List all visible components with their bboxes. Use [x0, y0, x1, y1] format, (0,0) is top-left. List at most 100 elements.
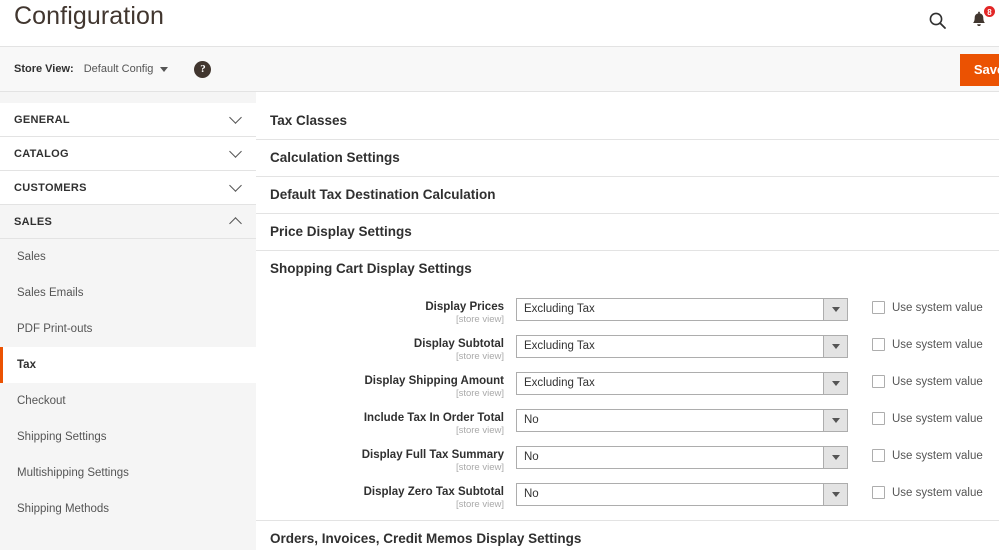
sidebar-item-checkout[interactable]: Checkout — [0, 383, 256, 419]
chevron-down-icon — [823, 336, 847, 357]
header-actions: 8 — [925, 5, 996, 32]
use-system-value-display-full-tax-summary[interactable]: Use system value — [848, 446, 983, 462]
sidebar-section-sales[interactable]: SALES — [0, 205, 256, 239]
section-price-display-settings[interactable]: Price Display Settings — [256, 214, 999, 251]
use-system-value-include-tax-in-order-total[interactable]: Use system value — [848, 409, 983, 425]
chevron-down-icon — [823, 299, 847, 320]
display-subtotal-select[interactable]: Excluding Tax — [516, 335, 848, 358]
config-main-panel: Tax Classes Calculation Settings Default… — [256, 92, 999, 550]
sidebar-section-catalog[interactable]: CATALOG — [0, 137, 256, 171]
help-question-icon[interactable]: ? — [194, 60, 212, 78]
use-system-value-label: Use system value — [892, 301, 983, 314]
checkbox-icon[interactable] — [872, 486, 885, 499]
field-row-include-tax-in-order-total: Include Tax In Order Total [store view] … — [256, 409, 999, 437]
notification-count-badge: 8 — [983, 5, 996, 18]
page-header: Configuration 8 — [0, 0, 999, 46]
field-row-display-full-tax-summary: Display Full Tax Summary [store view] No… — [256, 446, 999, 474]
store-view-dropdown[interactable]: Default Config — [84, 63, 169, 75]
field-scope-note: [store view] — [455, 425, 504, 436]
section-calculation-settings[interactable]: Calculation Settings — [256, 140, 999, 177]
field-label-include-tax-in-order-total: Include Tax In Order Total [store view] — [256, 409, 516, 437]
field-label-text: Display Full Tax Summary — [361, 449, 504, 461]
field-row-display-subtotal: Display Subtotal [store view] Excluding … — [256, 335, 999, 363]
sidebar-item-label: Sales — [17, 251, 46, 263]
chevron-down-icon — [229, 111, 242, 124]
display-prices-select[interactable]: Excluding Tax — [516, 298, 848, 321]
section-shopping-cart-display-settings[interactable]: Shopping Cart Display Settings — [256, 251, 999, 287]
chevron-down-icon — [160, 66, 169, 72]
sidebar-item-label: Shipping Settings — [17, 431, 107, 443]
search-icon[interactable] — [925, 8, 949, 32]
field-control-include-tax-in-order-total: No — [516, 409, 848, 432]
checkbox-icon[interactable] — [872, 338, 885, 351]
sidebar-item-label: Checkout — [17, 395, 66, 407]
sidebar-item-pdf-print-outs[interactable]: PDF Print-outs — [0, 311, 256, 347]
use-system-value-display-zero-tax-subtotal[interactable]: Use system value — [848, 483, 983, 499]
sidebar-item-sales[interactable]: Sales — [0, 239, 256, 275]
sidebar-item-sales-emails[interactable]: Sales Emails — [0, 275, 256, 311]
use-system-value-label: Use system value — [892, 338, 983, 351]
field-label-text: Include Tax In Order Total — [363, 412, 504, 424]
field-label-display-zero-tax-subtotal: Display Zero Tax Subtotal [store view] — [256, 483, 516, 511]
select-value: Excluding Tax — [524, 377, 595, 389]
configuration-page: Configuration 8 Store View: Default Conf… — [0, 0, 999, 551]
select-value: No — [524, 488, 539, 500]
sidebar-item-label: PDF Print-outs — [17, 323, 93, 335]
field-control-display-shipping-amount: Excluding Tax — [516, 372, 848, 395]
display-full-tax-summary-select[interactable]: No — [516, 446, 848, 469]
field-control-display-full-tax-summary: No — [516, 446, 848, 469]
sidebar-section-label: SALES — [14, 215, 53, 228]
field-control-display-prices: Excluding Tax — [516, 298, 848, 321]
use-system-value-display-subtotal[interactable]: Use system value — [848, 335, 983, 351]
use-system-value-display-shipping-amount[interactable]: Use system value — [848, 372, 983, 388]
sidebar-section-label: CUSTOMERS — [14, 181, 87, 194]
use-system-value-display-prices[interactable]: Use system value — [848, 298, 983, 314]
select-value: Excluding Tax — [524, 303, 595, 315]
save-config-button[interactable]: Save Config — [959, 54, 999, 86]
use-system-value-label: Use system value — [892, 486, 983, 499]
config-sidebar: GENERAL CATALOG CUSTOMERS SALES Sales Sa… — [0, 92, 256, 550]
sidebar-item-label: Shipping Methods — [17, 503, 110, 515]
use-system-value-label: Use system value — [892, 412, 983, 425]
store-view-bar: Store View: Default Config ? Save Config — [0, 46, 999, 92]
section-orders-invoices-credit-memos-display-settings[interactable]: Orders, Invoices, Credit Memos Display S… — [256, 520, 999, 546]
use-system-value-label: Use system value — [892, 449, 983, 462]
sidebar-item-label: Multishipping Settings — [17, 467, 129, 479]
checkbox-icon[interactable] — [872, 301, 885, 314]
field-label-display-prices: Display Prices [store view] — [256, 298, 516, 326]
store-view-selected-value: Default Config — [83, 63, 154, 75]
field-scope-note: [store view] — [455, 388, 504, 399]
sidebar-item-shipping-methods[interactable]: Shipping Methods — [0, 491, 256, 527]
sidebar-item-shipping-settings[interactable]: Shipping Settings — [0, 419, 256, 455]
chevron-down-icon — [823, 410, 847, 431]
field-control-display-subtotal: Excluding Tax — [516, 335, 848, 358]
page-body: GENERAL CATALOG CUSTOMERS SALES Sales Sa… — [0, 92, 999, 550]
section-default-tax-destination-calculation[interactable]: Default Tax Destination Calculation — [256, 177, 999, 214]
include-tax-in-order-total-select[interactable]: No — [516, 409, 848, 432]
field-row-display-prices: Display Prices [store view] Excluding Ta… — [256, 298, 999, 326]
chevron-down-icon — [823, 484, 847, 505]
checkbox-icon[interactable] — [872, 449, 885, 462]
chevron-down-icon — [229, 179, 242, 192]
checkbox-icon[interactable] — [872, 375, 885, 388]
field-label-display-subtotal: Display Subtotal [store view] — [256, 335, 516, 363]
sidebar-section-label: CATALOG — [14, 147, 69, 160]
field-scope-note: [store view] — [455, 314, 504, 325]
shopping-cart-display-fields: Display Prices [store view] Excluding Ta… — [256, 287, 999, 511]
field-row-display-zero-tax-subtotal: Display Zero Tax Subtotal [store view] N… — [256, 483, 999, 511]
chevron-down-icon — [229, 145, 242, 158]
display-shipping-amount-select[interactable]: Excluding Tax — [516, 372, 848, 395]
field-control-display-zero-tax-subtotal: No — [516, 483, 848, 506]
sidebar-section-customers[interactable]: CUSTOMERS — [0, 171, 256, 205]
section-tax-classes[interactable]: Tax Classes — [256, 103, 999, 140]
field-scope-note: [store view] — [455, 499, 504, 510]
sidebar-item-tax[interactable]: Tax — [0, 347, 256, 383]
field-scope-note: [store view] — [455, 462, 504, 473]
checkbox-icon[interactable] — [872, 412, 885, 425]
select-value: Excluding Tax — [524, 340, 595, 352]
sidebar-item-label: Sales Emails — [17, 287, 84, 299]
display-zero-tax-subtotal-select[interactable]: No — [516, 483, 848, 506]
sidebar-item-multishipping-settings[interactable]: Multishipping Settings — [0, 455, 256, 491]
sidebar-section-general[interactable]: GENERAL — [0, 103, 256, 137]
notifications-bell-icon[interactable]: 8 — [967, 5, 996, 32]
